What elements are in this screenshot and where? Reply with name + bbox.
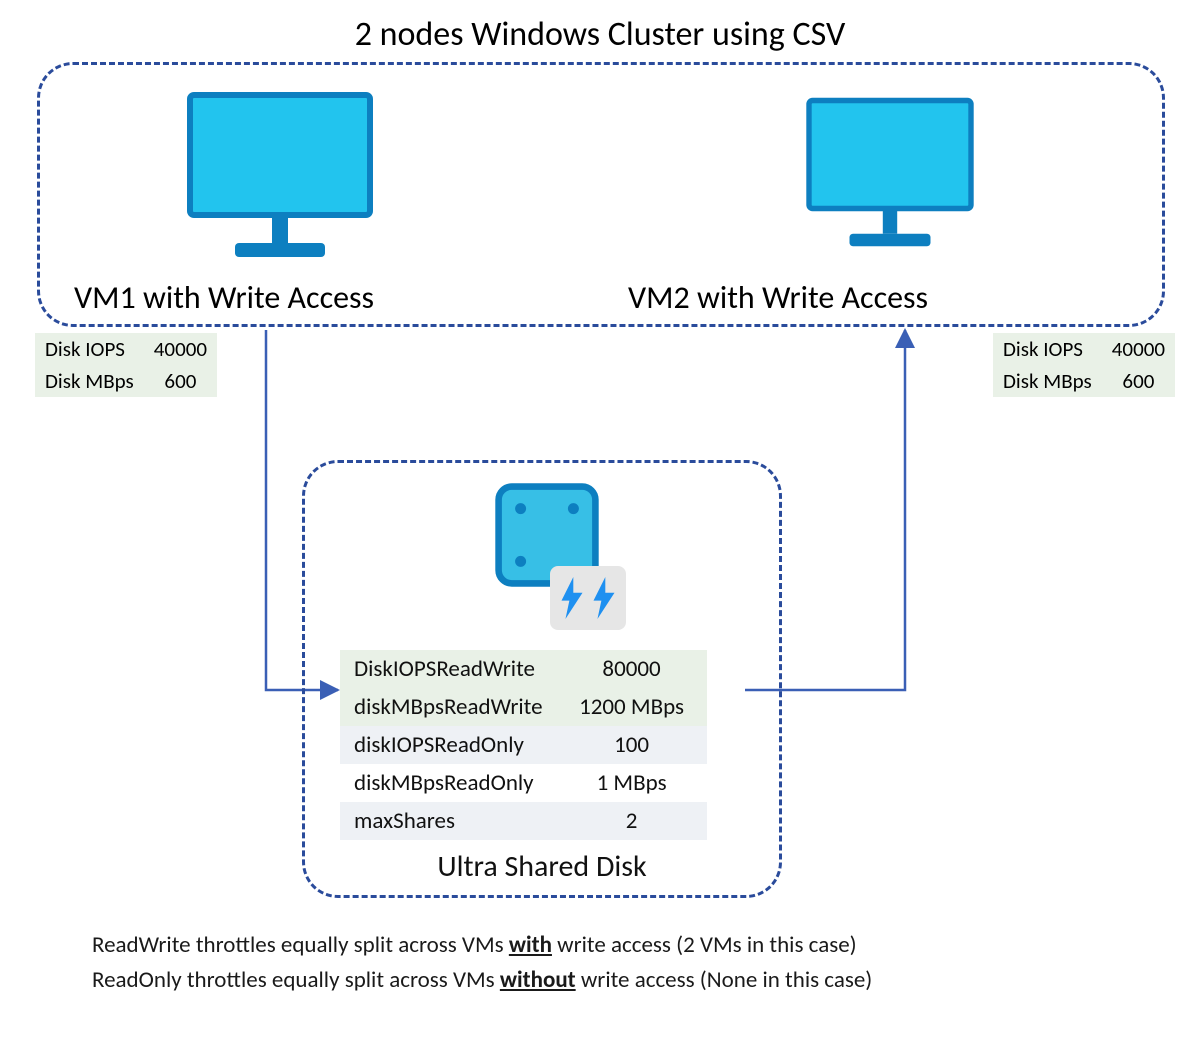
- table-row: diskMBpsReadWrite 1200 MBps: [340, 688, 707, 726]
- vm2-stats-table: Disk IOPS 40000 Disk MBps 600: [993, 333, 1175, 397]
- disk-prop-label: DiskIOPSReadWrite: [340, 650, 557, 688]
- disk-prop-label: diskMBpsReadOnly: [340, 764, 557, 802]
- table-row: Disk MBps 600: [35, 365, 217, 397]
- vm1-monitor-icon: [180, 85, 380, 270]
- table-row: Disk MBps 600: [993, 365, 1175, 397]
- vm1-mbps-value: 600: [144, 365, 217, 397]
- note-line-1: ReadWrite throttles equally split across…: [92, 928, 872, 963]
- disk-prop-label: diskIOPSReadOnly: [340, 726, 557, 764]
- vm1-mbps-label: Disk MBps: [35, 365, 144, 397]
- vm2-iops-label: Disk IOPS: [993, 333, 1102, 365]
- disk-prop-value: 2: [557, 802, 707, 840]
- lightning-badge-icon: [550, 566, 626, 630]
- disk-prop-value: 100: [557, 726, 707, 764]
- disk-prop-label: diskMBpsReadWrite: [340, 688, 557, 726]
- disk-prop-label: maxShares: [340, 802, 557, 840]
- table-row: Disk IOPS 40000: [993, 333, 1175, 365]
- disk-prop-value: 1200 MBps: [557, 688, 707, 726]
- table-row: DiskIOPSReadWrite 80000: [340, 650, 707, 688]
- note-text: write access (2 VMs in this case): [552, 931, 857, 959]
- vm1-label: VM1 with Write Access: [74, 278, 374, 317]
- vm1-stats-table: Disk IOPS 40000 Disk MBps 600: [35, 333, 217, 397]
- vm2-monitor-icon: [800, 90, 980, 260]
- note-text: ReadOnly throttles equally split across …: [92, 966, 500, 994]
- vm2-mbps-label: Disk MBps: [993, 365, 1102, 397]
- disk-prop-value: 1 MBps: [557, 764, 707, 802]
- vm1-iops-value: 40000: [144, 333, 217, 365]
- diagram-title: 2 nodes Windows Cluster using CSV: [0, 14, 1200, 55]
- disk-title: Ultra Shared Disk: [302, 848, 782, 885]
- table-row: maxShares 2: [340, 802, 707, 840]
- table-row: Disk IOPS 40000: [35, 333, 217, 365]
- vm2-iops-value: 40000: [1102, 333, 1175, 365]
- ultra-disk-icon: [492, 480, 612, 620]
- table-row: diskIOPSReadOnly 100: [340, 726, 707, 764]
- vm2-label: VM2 with Write Access: [628, 278, 928, 317]
- notes-block: ReadWrite throttles equally split across…: [92, 928, 872, 997]
- vm1-iops-label: Disk IOPS: [35, 333, 144, 365]
- vm2-mbps-value: 600: [1102, 365, 1175, 397]
- note-emphasis: without: [500, 966, 576, 994]
- note-line-2: ReadOnly throttles equally split across …: [92, 963, 872, 998]
- disk-properties-table: DiskIOPSReadWrite 80000 diskMBpsReadWrit…: [340, 650, 707, 840]
- table-row: diskMBpsReadOnly 1 MBps: [340, 764, 707, 802]
- note-text: write access (None in this case): [576, 966, 873, 994]
- disk-prop-value: 80000: [557, 650, 707, 688]
- note-emphasis: with: [509, 931, 552, 959]
- note-text: ReadWrite throttles equally split across…: [92, 931, 509, 959]
